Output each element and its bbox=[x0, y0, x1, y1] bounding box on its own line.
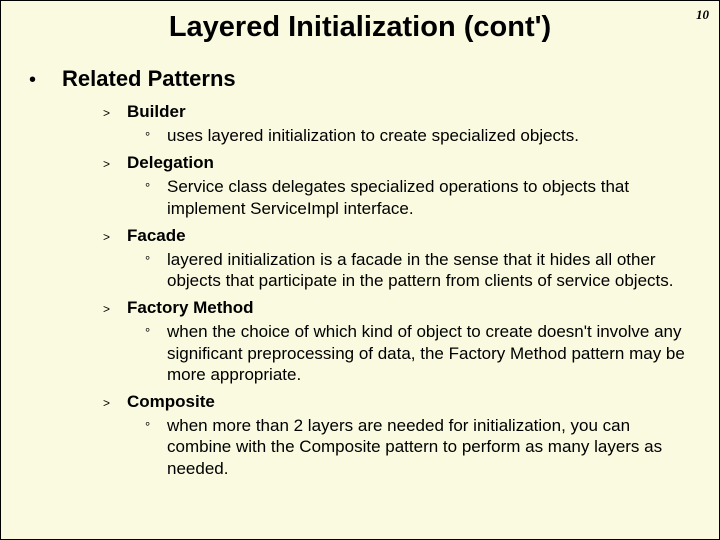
desc-row: ° Service class delegates specialized op… bbox=[145, 176, 695, 219]
chevron-icon: > bbox=[103, 302, 113, 316]
chevron-icon: > bbox=[103, 157, 113, 171]
section-heading: Related Patterns bbox=[62, 66, 236, 92]
pattern-name: Facade bbox=[127, 226, 186, 246]
pattern-desc: when the choice of which kind of object … bbox=[167, 321, 695, 385]
degree-icon: ° bbox=[145, 129, 155, 144]
degree-icon: ° bbox=[145, 253, 155, 268]
pattern-row: > Facade bbox=[103, 226, 695, 246]
pattern-desc: when more than 2 layers are needed for i… bbox=[167, 415, 695, 479]
pattern-desc: uses layered initialization to create sp… bbox=[167, 125, 579, 146]
desc-row: ° layered initialization is a facade in … bbox=[145, 249, 695, 292]
pattern-row: > Factory Method bbox=[103, 298, 695, 318]
pattern-row: > Builder bbox=[103, 102, 695, 122]
list-item: > Factory Method ° when the choice of wh… bbox=[103, 298, 695, 385]
degree-icon: ° bbox=[145, 419, 155, 434]
chevron-icon: > bbox=[103, 396, 113, 410]
desc-row: ° when the choice of which kind of objec… bbox=[145, 321, 695, 385]
list-item: > Delegation ° Service class delegates s… bbox=[103, 153, 695, 219]
bullet-level1-icon: • bbox=[29, 70, 36, 90]
desc-row: ° when more than 2 layers are needed for… bbox=[145, 415, 695, 479]
pattern-name: Factory Method bbox=[127, 298, 254, 318]
section-row: • Related Patterns bbox=[25, 66, 695, 92]
slide-container: 10 Layered Initialization (cont') • Rela… bbox=[1, 1, 719, 539]
list-item: > Facade ° layered initialization is a f… bbox=[103, 226, 695, 292]
degree-icon: ° bbox=[145, 325, 155, 340]
pattern-name: Builder bbox=[127, 102, 186, 122]
pattern-desc: layered initialization is a facade in th… bbox=[167, 249, 695, 292]
pattern-row: > Delegation bbox=[103, 153, 695, 173]
pattern-row: > Composite bbox=[103, 392, 695, 412]
desc-row: ° uses layered initialization to create … bbox=[145, 125, 695, 146]
pattern-list: > Builder ° uses layered initialization … bbox=[103, 102, 695, 479]
pattern-name: Delegation bbox=[127, 153, 214, 173]
page-number: 10 bbox=[696, 7, 709, 23]
pattern-desc: Service class delegates specialized oper… bbox=[167, 176, 695, 219]
chevron-icon: > bbox=[103, 106, 113, 120]
pattern-name: Composite bbox=[127, 392, 215, 412]
list-item: > Builder ° uses layered initialization … bbox=[103, 102, 695, 146]
degree-icon: ° bbox=[145, 180, 155, 195]
chevron-icon: > bbox=[103, 230, 113, 244]
slide-title: Layered Initialization (cont') bbox=[25, 11, 695, 44]
list-item: > Composite ° when more than 2 layers ar… bbox=[103, 392, 695, 479]
